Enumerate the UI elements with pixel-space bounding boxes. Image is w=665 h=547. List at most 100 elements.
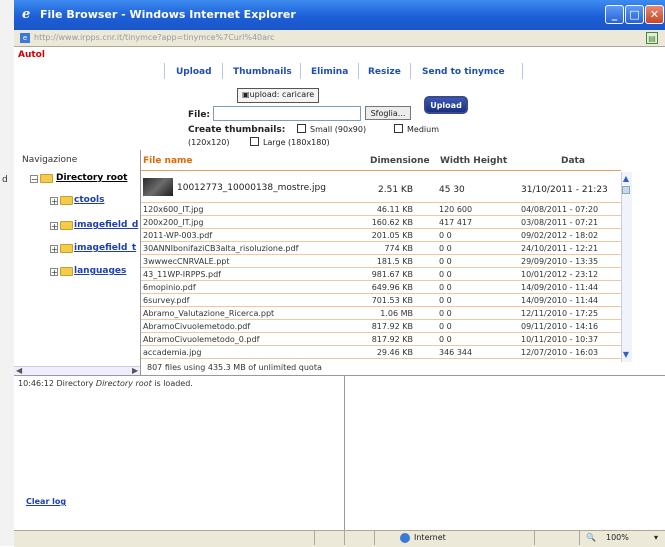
medium-thumbnail-checkbox[interactable] [394, 124, 403, 133]
medium-size-label: (120x120) [188, 138, 230, 147]
table-row[interactable]: AbramoCivuolemetodo.pdf 817.92 KB 0 0 09/11… [141, 321, 621, 333]
header-divider [141, 170, 621, 171]
certificate-icon[interactable]: ▤ [646, 32, 658, 44]
small-thumbnail-checkbox[interactable] [297, 124, 306, 133]
scroll-right-icon[interactable]: ▶ [132, 366, 138, 375]
column-header-dimension[interactable]: Dimensione [370, 156, 430, 166]
scroll-left-icon[interactable]: ◀ [16, 366, 22, 375]
clear-log-link[interactable]: Clear log [26, 497, 66, 506]
status-bar [14, 530, 665, 547]
folder-icon [60, 196, 73, 205]
folder-open-icon [40, 174, 53, 183]
upload-tooltip: ▣upload: caricare [237, 88, 320, 103]
file-name: AbramoCivuolemetodo.pdf [143, 322, 251, 331]
create-thumbnails-label: Create thumbnails: [188, 125, 286, 135]
file-size: 649.96 KB [371, 283, 413, 292]
autol-label: Autol [18, 50, 45, 60]
zoom-level[interactable]: 100% [606, 533, 629, 542]
window-title: File Browser - Windows Internet Explorer [40, 8, 296, 21]
table-row[interactable]: 3wwwecCNRVALE.ppt 181.5 KB 0 0 29/09/2010 -… [141, 256, 621, 268]
table-row[interactable]: 43_11WP-IRPPS.pdf 981.67 KB 0 0 10/01/2012 … [141, 269, 621, 281]
send-to-tinymce-link[interactable]: Send to tinymce [422, 67, 505, 77]
file-dimensions: 0 0 [439, 244, 452, 253]
table-row[interactable]: 6survey.pdf 701.53 KB 0 0 14/09/2010 - 11:4… [141, 295, 621, 307]
desktop-edge [0, 0, 15, 546]
maximize-button[interactable]: □ [625, 5, 644, 24]
toolbar-separator [410, 63, 411, 79]
expand-icon[interactable]: + [50, 197, 58, 206]
expand-icon[interactable]: + [50, 222, 58, 231]
file-name: Abramo_Valutazione_Ricerca.ppt [143, 309, 275, 318]
table-row[interactable]: accademia.jpg 29.46 KB 346 344 12/07/2010 -… [141, 347, 621, 359]
ie-logo-icon: e [22, 7, 31, 22]
title-bar[interactable]: e File Browser - Windows Internet Explor… [14, 0, 665, 31]
upload-link[interactable]: Upload [176, 67, 212, 77]
file-input[interactable] [213, 106, 361, 121]
close-button[interactable]: ✕ [645, 5, 664, 24]
small-thumbnail-label: Small (90x90) [310, 125, 367, 134]
file-dimensions: 417 417 [439, 218, 473, 227]
tree-horizontal-scrollbar[interactable] [14, 366, 140, 375]
log-suffix: is loaded. [154, 379, 193, 388]
file-date: 09/02/2012 - 18:02 [521, 231, 599, 240]
address-url[interactable]: http://www.irpps.cnr.it/tinymce?app=tiny… [34, 33, 275, 42]
browse-button[interactable]: Sfoglia... [365, 106, 411, 120]
folder-link[interactable]: imagefield_d [74, 220, 138, 230]
file-dimensions: 0 0 [439, 296, 452, 305]
file-dimensions: 346 344 [439, 348, 473, 357]
file-date: 24/10/2011 - 12:21 [521, 244, 599, 253]
file-size: 774 KB [384, 244, 413, 253]
folder-link[interactable]: ctools [74, 195, 104, 205]
column-header-name[interactable]: File name [143, 156, 193, 166]
scroll-down-icon[interactable]: ▼ [621, 350, 631, 359]
table-vertical-scrollbar[interactable] [621, 172, 632, 362]
table-row[interactable]: 120x600_IT.jpg 46.11 KB 120 600 04/08/2011 … [141, 204, 621, 216]
scroll-thumb[interactable] [622, 186, 630, 194]
expand-icon[interactable]: + [50, 245, 58, 254]
column-header-date[interactable]: Data [561, 156, 585, 166]
table-row[interactable]: 2011-WP-003.pdf 201.05 KB 0 0 09/02/2012 - … [141, 230, 621, 242]
elimina-link[interactable]: Elimina [311, 67, 348, 77]
column-header-width-height[interactable]: Width Height [440, 156, 507, 166]
zoom-dropdown-icon[interactable]: ▾ [654, 533, 658, 542]
preview-panel [345, 375, 665, 534]
file-date: 29/09/2010 - 13:35 [521, 257, 599, 266]
table-row[interactable]: 30ANNIbonifaziCB3alta_risoluzione.pdf 774… [141, 243, 621, 255]
file-date: 31/10/2011 - 21:23 [521, 185, 608, 195]
file-size: 160.62 KB [371, 218, 413, 227]
toolbar-separator [222, 63, 223, 79]
scroll-up-icon[interactable]: ▲ [621, 174, 631, 183]
thumbnails-link[interactable]: Thumbnails [233, 67, 292, 77]
root-link[interactable]: Directory root [56, 173, 127, 183]
file-date: 10/11/2010 - 10:37 [521, 335, 599, 344]
status-separator [314, 531, 315, 545]
file-date: 03/08/2011 - 07:21 [521, 218, 599, 227]
log-time: 10:46:12 [18, 379, 54, 388]
desktop-letter: d [2, 175, 8, 185]
log-message: 10:46:12 Directory Directory root is loa… [18, 379, 193, 388]
expand-icon[interactable]: + [50, 268, 58, 277]
file-size: 981.67 KB [371, 270, 413, 279]
table-row[interactable]: Abramo_Valutazione_Ricerca.ppt 1.06 MB 0 0… [141, 308, 621, 320]
resize-link[interactable]: Resize [368, 67, 401, 77]
folder-link[interactable]: languages [74, 266, 126, 276]
folder-link[interactable]: imagefield_t [74, 243, 136, 253]
status-separator [579, 531, 580, 545]
image-thumbnail [143, 178, 173, 196]
collapse-icon[interactable]: − [30, 175, 38, 184]
file-size: 2.51 KB [378, 185, 413, 195]
table-row[interactable]: 200x200_IT.jpg 160.62 KB 417 417 03/08/2011… [141, 217, 621, 229]
minimize-button[interactable]: _ [605, 5, 624, 24]
table-row[interactable]: 6mopinio.pdf 649.96 KB 0 0 14/09/2010 - 11:… [141, 282, 621, 294]
upload-button[interactable]: Upload [424, 96, 468, 114]
file-size: 1.06 MB [380, 309, 413, 318]
log-directory: Directory root [95, 379, 152, 388]
zoom-icon[interactable]: 🔍 [586, 533, 596, 542]
file-name: 3wwwecCNRVALE.ppt [143, 257, 230, 266]
table-row[interactable]: AbramoCivuolemetodo_0.pdf 817.92 KB 0 0 10/… [141, 334, 621, 346]
large-thumbnail-checkbox[interactable] [250, 137, 259, 146]
file-dimensions: 0 0 [439, 231, 452, 240]
file-date: 10/01/2012 - 23:12 [521, 270, 599, 279]
table-row[interactable]: 10012773_10000138_mostre.jpg 2.51 KB 45 … [141, 176, 621, 203]
file-dimensions: 0 0 [439, 270, 452, 279]
